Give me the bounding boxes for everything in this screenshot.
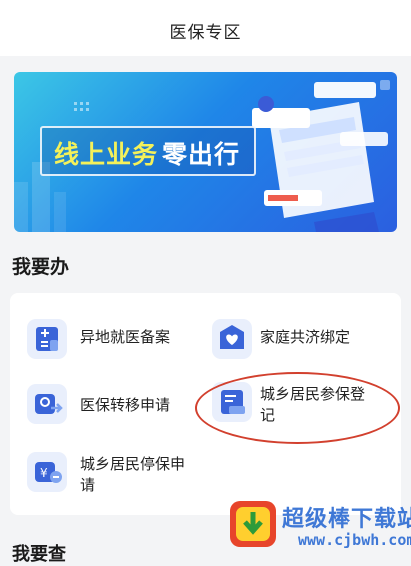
service-label: 家庭共济绑定: [260, 328, 351, 346]
top-nav-bar: 医保专区: [0, 0, 411, 56]
promo-banner[interactable]: 线上业务 零出行: [14, 72, 397, 232]
section-title-handle: 我要办: [12, 256, 70, 278]
service-label: 异地就医备案: [80, 328, 171, 346]
service-label: 城乡居民停保申 请: [80, 454, 210, 496]
highlight-circle-annotation: [195, 372, 400, 444]
watermark-name: 超级棒下载站: [282, 507, 411, 532]
service-label-line: 城乡居民停保申: [80, 455, 186, 473]
service-family-mutual-aid-binding[interactable]: 家庭共济绑定: [205, 317, 395, 361]
banner-slogan-primary: 线上业务: [54, 140, 159, 169]
service-insurance-transfer-application[interactable]: 医保转移申请: [20, 383, 190, 427]
svg-text:¥: ¥: [40, 466, 48, 480]
site-watermark: 超级棒下载站 www.cjbwh.com: [222, 494, 411, 556]
heart-shield-icon: [212, 319, 252, 359]
plus-minus-calculator-icon: [27, 319, 67, 359]
service-resident-insurance-suspension[interactable]: ¥ 城乡居民停保申 请: [20, 448, 210, 500]
banner-slogan-secondary: 零出行: [162, 140, 241, 169]
section-title-query: 我要查: [12, 544, 66, 565]
page-title: 医保专区: [169, 23, 242, 43]
yuan-minus-icon: ¥: [27, 452, 67, 492]
watermark-url: www.cjbwh.com: [298, 531, 411, 549]
service-label: 医保转移申请: [80, 396, 171, 414]
download-logo-icon: [230, 501, 276, 547]
service-label-line: 请: [80, 476, 96, 494]
transfer-card-icon: [27, 384, 67, 424]
service-remote-medical-filing[interactable]: 异地就医备案: [20, 317, 190, 361]
